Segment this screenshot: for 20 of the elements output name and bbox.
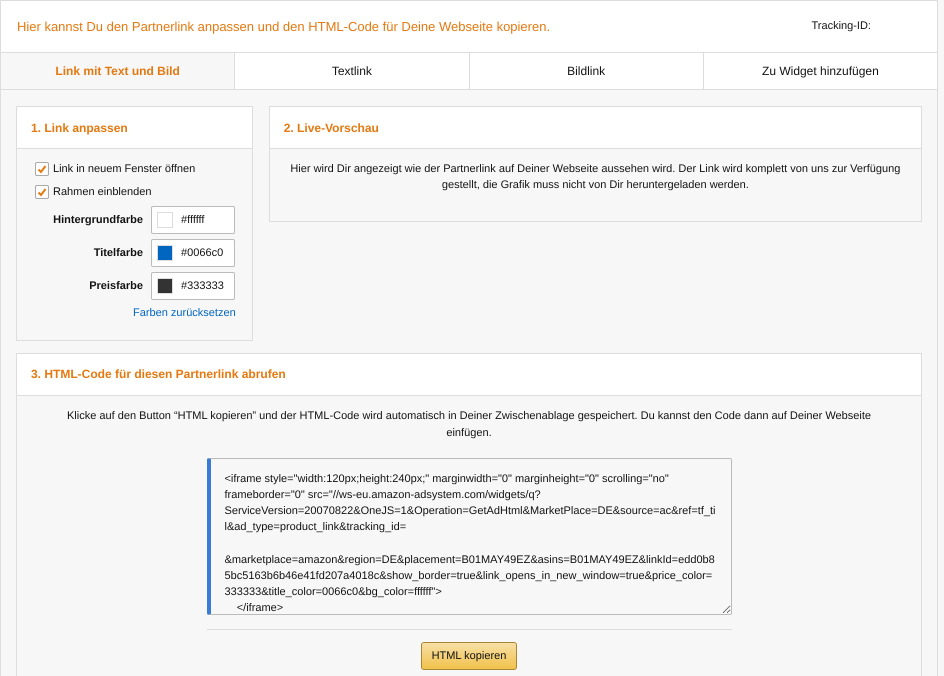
panel-title: 1. Link anpassen	[17, 107, 252, 149]
checkbox-label: Rahmen einblenden	[53, 184, 152, 200]
checkbox-label: Link in neuem Fenster öffnen	[53, 162, 196, 177]
preview-description: Hier wird Dir angezeigt wie der Partnerlink auf Deiner Webseite aussehen wird. Der Link wird komplett von uns zur Verfügung gestellt, die Grafik muss nicht von Dir heruntergeladen werden.	[289, 162, 902, 193]
color-field[interactable]: #0066c0	[151, 239, 235, 267]
color-label: Preisfarbe	[88, 278, 143, 294]
header-title: Hier kannst Du den Partnerlink anpassen und den HTML-Code für Deine Webseite kopieren.	[17, 18, 550, 36]
color-label: Hintergrundfarbe	[52, 212, 143, 228]
instructions-text: Klicke auf den Button “HTML kopieren” und der HTML-Code wird automatisch in Deiner Zwischenablage gespeichert. Du kannst den Code dann auf Deiner Webseite einfügen.	[66, 408, 872, 440]
color-label: Titelfarbe	[92, 246, 143, 261]
reset-colors-link[interactable]: Farben zurücksetzen	[133, 307, 236, 319]
panel-title: 3. HTML-Code für diesen Partnerlink abrufen	[17, 354, 921, 396]
panel-title: 2. Live-Vorschau	[270, 107, 921, 149]
html-code-field[interactable]: <iframe style="width:120px;height:240px;" marginwidth="0" marginheight="0" scrolling="no" frameborder="0" src="//ws-eu.amazon-adsystem.com/widgets/q?ServiceVersion=20070822&OneJS=1&Operation=GetAdHtml&MarketPlace=DE&source=ac&ref=tf_til&ad_type=product_link&tracking_id= &marketplace=amazon&region=DE&placement=B01MAY49EZ&asins=B01MAY49EZ&linkId=edd0b85bc5163b6b46e41fd207a4018c&show_border=true&link_opens_in_new_window=true&price_color=333333&title_color=0066c0&bg_color=ffffff"> </iframe>	[206, 458, 732, 614]
checkbox[interactable]	[35, 162, 49, 176]
checkbox[interactable]	[35, 184, 49, 199]
color-field[interactable]: #333333	[151, 272, 235, 300]
tracking-id-label: Tracking-ID:	[812, 19, 871, 34]
copy-html-button[interactable]: HTML kopieren	[420, 642, 518, 670]
color-field[interactable]: #ffffff	[151, 206, 235, 234]
